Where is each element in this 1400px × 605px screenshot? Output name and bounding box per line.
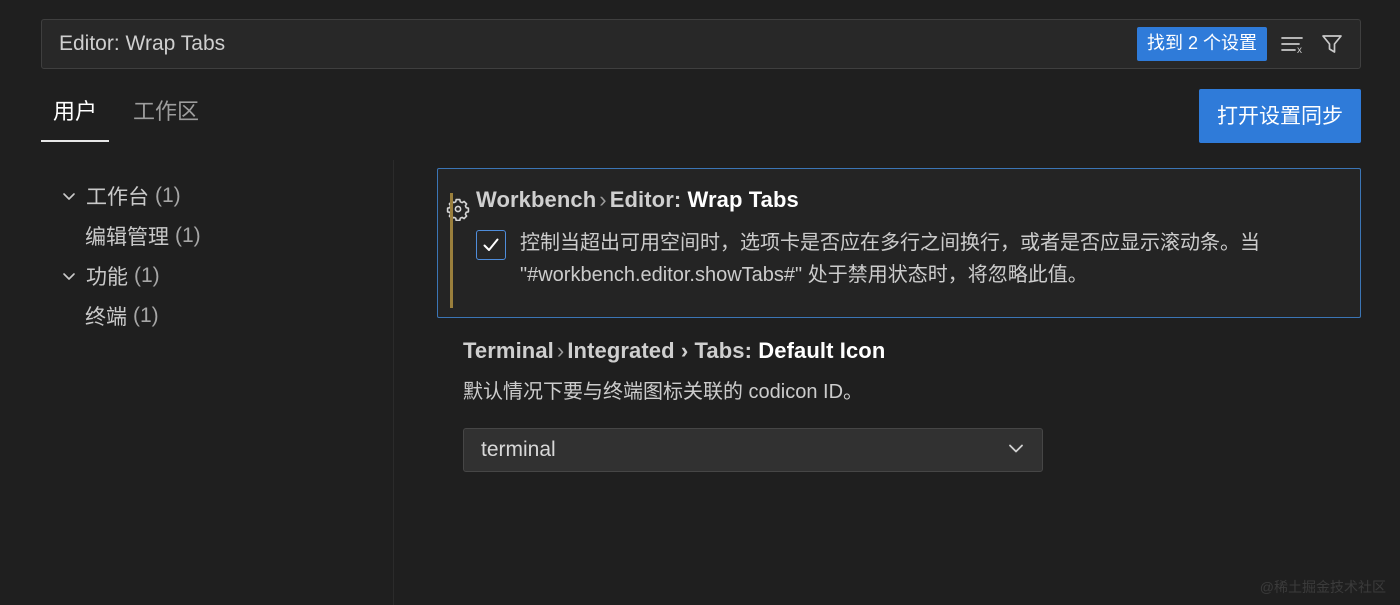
tab-workspace[interactable]: 工作区 — [121, 88, 211, 142]
setting-body: Terminal›Integrated › Tabs: Default Icon… — [437, 338, 1400, 472]
toc-item-terminal[interactable]: 终端 (1) — [0, 296, 393, 336]
setting-title-leaf: Wrap Tabs — [688, 187, 799, 212]
setting-title-prefix: Workbench — [476, 187, 596, 212]
filter-funnel-icon[interactable] — [1317, 28, 1347, 60]
settings-list: Workbench›Editor: Wrap Tabs 控制当超出可用空间时，选… — [395, 160, 1400, 605]
chevron-down-icon[interactable] — [58, 265, 80, 287]
setting-title: Terminal›Integrated › Tabs: Default Icon — [463, 338, 1400, 364]
toc-item-count: (1) — [155, 184, 181, 208]
turn-on-settings-sync-button[interactable]: 打开设置同步 — [1199, 89, 1361, 143]
default-icon-select[interactable]: terminal — [463, 428, 1043, 472]
setting-description: 默认情况下要与终端图标关联的 codicon ID。 — [463, 376, 1363, 408]
settings-tabs: 用户 工作区 — [41, 88, 211, 142]
clear-filters-icon[interactable]: x — [1277, 28, 1307, 60]
toc-item-label: 终端 — [85, 301, 127, 331]
setting-row-wrap-tabs[interactable]: Workbench›Editor: Wrap Tabs 控制当超出可用空间时，选… — [437, 168, 1361, 318]
setting-title-middle: Editor: — [610, 187, 682, 212]
toc-item-label: 编辑管理 — [85, 221, 169, 251]
setting-title-prefix: Terminal — [463, 338, 554, 363]
toc-item-features[interactable]: 功能 (1) — [0, 256, 393, 296]
toc-item-editor-management[interactable]: 编辑管理 (1) — [0, 216, 393, 256]
chevron-down-icon[interactable] — [1004, 436, 1028, 465]
select-value: terminal — [481, 438, 1004, 462]
settings-search-input[interactable] — [42, 20, 1137, 68]
setting-title-middle: Integrated › Tabs: — [567, 338, 752, 363]
setting-description: 控制当超出可用空间时，选项卡是否应在多行之间换行，或者是否应显示滚动条。当 "#… — [520, 227, 1342, 291]
tab-user-label: 用户 — [53, 99, 97, 124]
breadcrumb-separator-icon: › — [596, 187, 609, 212]
settings-tabs-row: 用户 工作区 打开设置同步 — [0, 88, 1400, 146]
setting-title: Workbench›Editor: Wrap Tabs — [476, 187, 1342, 213]
svg-text:x: x — [1297, 45, 1302, 55]
setting-control-row: 控制当超出可用空间时，选项卡是否应在多行之间换行，或者是否应显示滚动条。当 "#… — [476, 227, 1342, 291]
toc-item-count: (1) — [133, 304, 159, 328]
tab-user[interactable]: 用户 — [41, 88, 109, 142]
chevron-down-icon[interactable] — [58, 185, 80, 207]
breadcrumb-separator-icon: › — [554, 338, 567, 363]
toc-item-label: 功能 — [86, 261, 128, 291]
settings-split-view: 工作台 (1) 编辑管理 (1) 功能 (1) 终端 (1) — [0, 160, 1400, 605]
modified-indicator-bar — [450, 193, 453, 308]
toc-item-count: (1) — [134, 264, 160, 288]
search-actions: 找到 2 个设置 x — [1137, 27, 1360, 61]
settings-editor: 找到 2 个设置 x 用户 — [0, 0, 1400, 605]
settings-search-bar: 找到 2 个设置 x — [41, 19, 1361, 69]
watermark: @稀土掘金技术社区 — [1260, 577, 1386, 597]
setting-title-leaf: Default Icon — [758, 338, 885, 363]
toc-item-workbench[interactable]: 工作台 (1) — [0, 176, 393, 216]
tab-workspace-label: 工作区 — [133, 99, 199, 124]
wrap-tabs-checkbox[interactable] — [476, 230, 506, 260]
toc-item-count: (1) — [175, 224, 201, 248]
toc-item-label: 工作台 — [86, 181, 149, 211]
results-count-badge: 找到 2 个设置 — [1137, 27, 1267, 61]
setting-row-default-icon[interactable]: Terminal›Integrated › Tabs: Default Icon… — [437, 338, 1400, 472]
settings-toc-tree: 工作台 (1) 编辑管理 (1) 功能 (1) 终端 (1) — [0, 160, 394, 605]
setting-body: Workbench›Editor: Wrap Tabs 控制当超出可用空间时，选… — [450, 187, 1342, 291]
